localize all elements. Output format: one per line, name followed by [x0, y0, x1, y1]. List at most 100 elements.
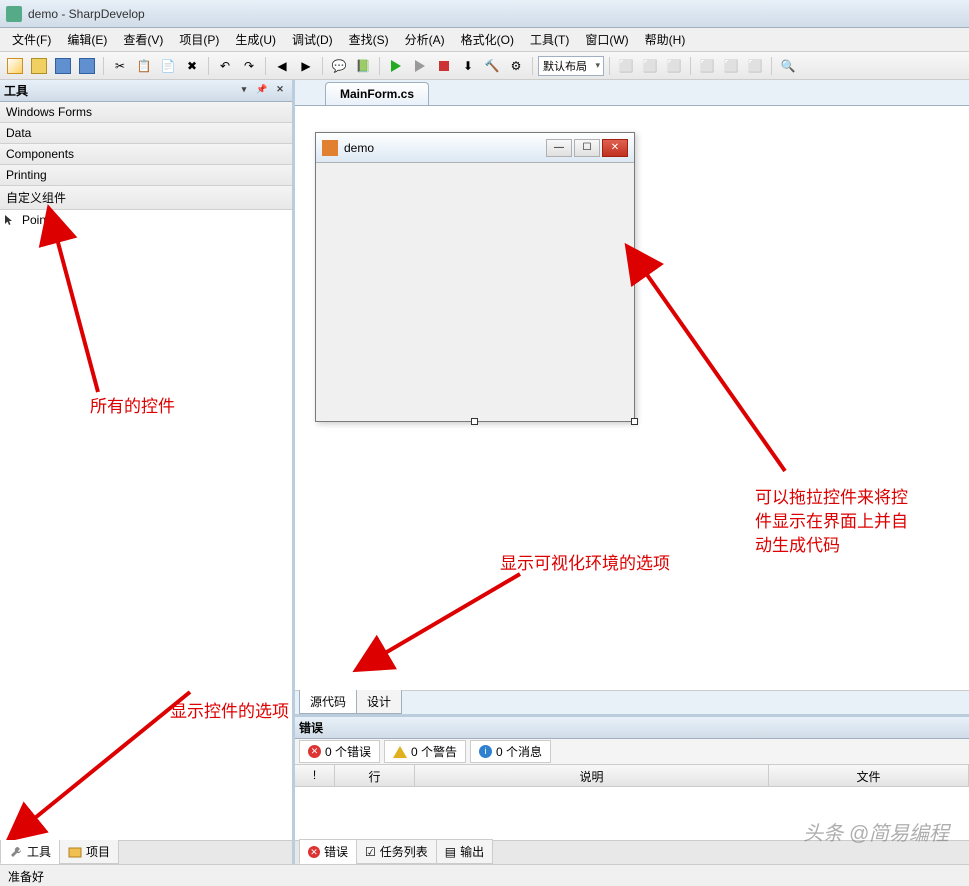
menu-debug[interactable]: 调试(D) — [284, 28, 341, 51]
menu-tools[interactable]: 工具(T) — [522, 28, 577, 51]
menubar: 文件(F) 编辑(E) 查看(V) 项目(P) 生成(U) 调试(D) 查找(S… — [0, 28, 969, 52]
filter-warnings[interactable]: 0 个警告 — [384, 740, 466, 763]
separator — [771, 57, 772, 75]
save-all-button[interactable] — [76, 55, 98, 77]
layout-combo[interactable]: 默认布局 — [538, 56, 604, 76]
copy-button[interactable]: 📋 — [133, 55, 155, 77]
menu-project[interactable]: 项目(P) — [171, 28, 227, 51]
errors-header: 错误 — [295, 717, 969, 739]
annotation-arrow — [20, 682, 220, 835]
tab-tasks[interactable]: ☑任务列表 — [356, 839, 437, 864]
tab-project-label: 项目 — [86, 843, 110, 860]
toolbox-cat-components[interactable]: Components — [0, 144, 292, 165]
window-titlebar: demo - SharpDevelop — [0, 0, 969, 28]
toolbox-cat-custom[interactable]: 自定义组件 — [0, 186, 292, 210]
menu-build[interactable]: 生成(U) — [227, 28, 284, 51]
tab-errors[interactable]: ✕错误 — [299, 839, 357, 864]
toolbox-item-pointer[interactable]: Pointer — [0, 210, 292, 230]
search-button[interactable]: 🔍 — [777, 55, 799, 77]
open-button[interactable] — [28, 55, 50, 77]
design-form-titlebar: demo — ☐ ✕ — [316, 133, 634, 163]
menu-window[interactable]: 窗口(W) — [577, 28, 636, 51]
col-line[interactable]: 行 — [335, 765, 415, 786]
col-desc[interactable]: 说明 — [415, 765, 769, 786]
filter-errors[interactable]: ✕0 个错误 — [299, 740, 380, 763]
stop-icon — [439, 61, 449, 71]
save-button[interactable] — [52, 55, 74, 77]
project-icon — [68, 845, 82, 859]
resize-grip-s[interactable] — [471, 418, 478, 425]
run-button[interactable] — [385, 55, 407, 77]
error-icon: ✕ — [308, 745, 321, 758]
tab-project[interactable]: 项目 — [59, 839, 119, 864]
step-button[interactable]: ⬇ — [457, 55, 479, 77]
menu-edit[interactable]: 编辑(E) — [59, 28, 115, 51]
save-all-icon — [79, 58, 95, 74]
forward-button[interactable]: ▶ — [295, 55, 317, 77]
col-file[interactable]: 文件 — [769, 765, 969, 786]
tool-btn-e[interactable]: ⬜ — [720, 55, 742, 77]
annotation-controls: 所有的控件 — [90, 392, 175, 417]
stop-button[interactable] — [433, 55, 455, 77]
bookmark-button[interactable]: 📗 — [352, 55, 374, 77]
form-maximize-button[interactable]: ☐ — [574, 139, 600, 157]
tab-output[interactable]: ▤输出 — [436, 839, 493, 864]
output-icon: ▤ — [445, 845, 456, 859]
cut-button[interactable]: ✂ — [109, 55, 131, 77]
paste-button[interactable]: 📄 — [157, 55, 179, 77]
toolbox-body: Windows Forms Data Components Printing 自… — [0, 102, 292, 840]
resize-grip-se[interactable] — [631, 418, 638, 425]
menu-format[interactable]: 格式化(O) — [453, 28, 522, 51]
back-button[interactable]: ◀ — [271, 55, 293, 77]
tool-btn-d[interactable]: ⬜ — [696, 55, 718, 77]
filter-messages[interactable]: i0 个消息 — [470, 740, 551, 763]
annotation-drag-info: 可以拖拉控件来将控件显示在界面上并自动生成代码 — [755, 486, 915, 557]
toolbox-header: 工具 ▾ 📌 ✕ — [0, 80, 292, 102]
undo-button[interactable]: ↶ — [214, 55, 236, 77]
menu-analyze[interactable]: 分析(A) — [397, 28, 453, 51]
toolbox-cat-data[interactable]: Data — [0, 123, 292, 144]
wrench-icon — [9, 845, 23, 859]
menu-file[interactable]: 文件(F) — [4, 28, 59, 51]
menu-find[interactable]: 查找(S) — [341, 28, 397, 51]
toolbox-cat-winforms[interactable]: Windows Forms — [0, 102, 292, 123]
menu-help[interactable]: 帮助(H) — [637, 28, 694, 51]
new-button[interactable] — [4, 55, 26, 77]
pointer-icon — [4, 214, 16, 226]
col-bang[interactable]: ! — [295, 765, 335, 786]
toolbox-dropdown-icon[interactable]: ▾ — [236, 84, 252, 98]
designer-surface[interactable]: demo — ☐ ✕ 可以拖拉控件来将控件显示在界面上并自动生成代码 显示可视 — [295, 106, 969, 690]
form-icon — [322, 140, 338, 156]
run-no-debug-button[interactable] — [409, 55, 431, 77]
bottom-tabs: ✕错误 ☑任务列表 ▤输出 — [295, 840, 969, 864]
form-close-button[interactable]: ✕ — [602, 139, 628, 157]
tool-btn-b[interactable]: ⬜ — [639, 55, 661, 77]
toolbox-cat-printing[interactable]: Printing — [0, 165, 292, 186]
redo-button[interactable]: ↷ — [238, 55, 260, 77]
tool-btn-c[interactable]: ⬜ — [663, 55, 685, 77]
build-button[interactable]: 🔨 — [481, 55, 503, 77]
design-form-body[interactable] — [316, 163, 634, 421]
toolbox-pin-icon[interactable]: 📌 — [254, 84, 270, 98]
form-minimize-button[interactable]: — — [546, 139, 572, 157]
new-icon — [7, 58, 23, 74]
delete-button[interactable]: ✖ — [181, 55, 203, 77]
error-filters: ✕0 个错误 0 个警告 i0 个消息 — [295, 739, 969, 765]
tool-btn-a[interactable]: ⬜ — [615, 55, 637, 77]
app-icon — [6, 6, 22, 22]
view-tab-design[interactable]: 设计 — [356, 689, 402, 714]
toolbox-close-icon[interactable]: ✕ — [272, 84, 288, 98]
config-button[interactable]: ⚙ — [505, 55, 527, 77]
doc-tab-mainform[interactable]: MainForm.cs — [325, 82, 429, 105]
resize-grip-e[interactable] — [631, 273, 638, 280]
design-form[interactable]: demo — ☐ ✕ — [315, 132, 635, 422]
separator — [265, 57, 266, 75]
comment-button[interactable]: 💬 — [328, 55, 350, 77]
save-icon — [55, 58, 71, 74]
menu-view[interactable]: 查看(V) — [115, 28, 171, 51]
view-tab-source[interactable]: 源代码 — [299, 689, 357, 714]
tool-btn-f[interactable]: ⬜ — [744, 55, 766, 77]
separator — [322, 57, 323, 75]
tab-tools[interactable]: 工具 — [0, 839, 60, 864]
annotation-arrow — [370, 566, 530, 669]
